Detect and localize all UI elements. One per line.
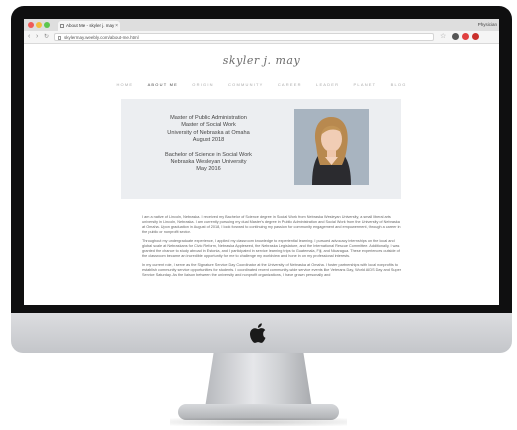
web-page: skyler j. may HOME ABOUT ME ORIGIN COMMU… — [24, 44, 499, 305]
degree-line: August 2018 — [192, 137, 225, 144]
apple-logo-icon — [250, 323, 266, 343]
favicon-icon — [60, 24, 64, 28]
minimize-window-button[interactable] — [36, 22, 42, 28]
nav-item-home[interactable]: HOME — [116, 82, 133, 87]
site-title[interactable]: skyler j. may — [24, 54, 499, 67]
nav-item-career[interactable]: CAREER — [278, 82, 302, 87]
degree-line: May 2016 — [196, 166, 221, 173]
extension-icon[interactable] — [472, 33, 479, 40]
degree-line: Nebraska Wesleyan University — [170, 159, 247, 166]
stand-shadow — [170, 418, 347, 426]
bio-paragraph: Throughout my undergraduate experience, … — [142, 239, 400, 258]
nav-item-leader[interactable]: LEADER — [316, 82, 339, 87]
bio-paragraph: I am a native of Lincoln, Nebraska. I re… — [142, 215, 401, 234]
tab-title: About Me - skyler j. may — [66, 23, 115, 28]
extension-icon[interactable] — [452, 33, 459, 40]
hero-section: Master of Public Administration Master o… — [121, 99, 401, 199]
degree-line: Master of Public Administration — [170, 115, 247, 121]
profile-name[interactable]: Physician — [478, 20, 497, 30]
extension-icon[interactable] — [462, 33, 469, 40]
forward-arrow-icon[interactable]: › — [36, 32, 38, 42]
close-window-button[interactable] — [28, 22, 34, 28]
site-nav: HOME ABOUT ME ORIGIN COMMUNITY CAREER LE… — [24, 82, 499, 87]
back-arrow-icon[interactable]: ‹ — [28, 32, 30, 42]
browser-tab-bar: About Me - skyler j. may × Physician — [24, 19, 499, 31]
browser-tab[interactable]: About Me - skyler j. may × — [58, 21, 120, 31]
degree-line: Bachelor of Science in Social Work — [165, 151, 252, 158]
browser-toolbar: ‹ › ↻ skylermay.weebly.com/about-me.html… — [24, 31, 499, 76]
maximize-window-button[interactable] — [44, 22, 50, 28]
bio-paragraph: In my current role, I serve as the Signa… — [142, 263, 402, 278]
star-icon[interactable]: ☆ — [440, 33, 447, 40]
profile-photo — [294, 109, 369, 185]
nav-item-blog[interactable]: BLOG — [391, 82, 407, 87]
tab-close-icon[interactable]: × — [115, 21, 118, 31]
degree-line: Master of Social Work — [181, 122, 236, 129]
nav-item-about-me[interactable]: ABOUT ME — [148, 82, 178, 87]
screen: About Me - skyler j. may × Physician ‹ ›… — [24, 19, 499, 305]
reload-icon[interactable]: ↻ — [44, 32, 49, 42]
nav-item-origin[interactable]: ORIGIN — [192, 82, 213, 87]
page-info-icon — [58, 36, 61, 40]
degree-line: University of Nebraska at Omaha — [167, 129, 250, 136]
url-text: skylermay.weebly.com/about-me.html — [64, 35, 139, 40]
nav-item-planet[interactable]: PLANET — [354, 82, 377, 87]
bio-text: I am a native of Lincoln, Nebraska. I re… — [142, 215, 404, 282]
nav-item-community[interactable]: COMMUNITY — [228, 82, 263, 87]
address-bar[interactable]: skylermay.weebly.com/about-me.html — [54, 33, 434, 41]
degrees-list: Master of Public Administration Master o… — [131, 115, 286, 174]
monitor-stand-neck — [205, 353, 312, 408]
imac-frame: About Me - skyler j. may × Physician ‹ ›… — [0, 0, 517, 430]
